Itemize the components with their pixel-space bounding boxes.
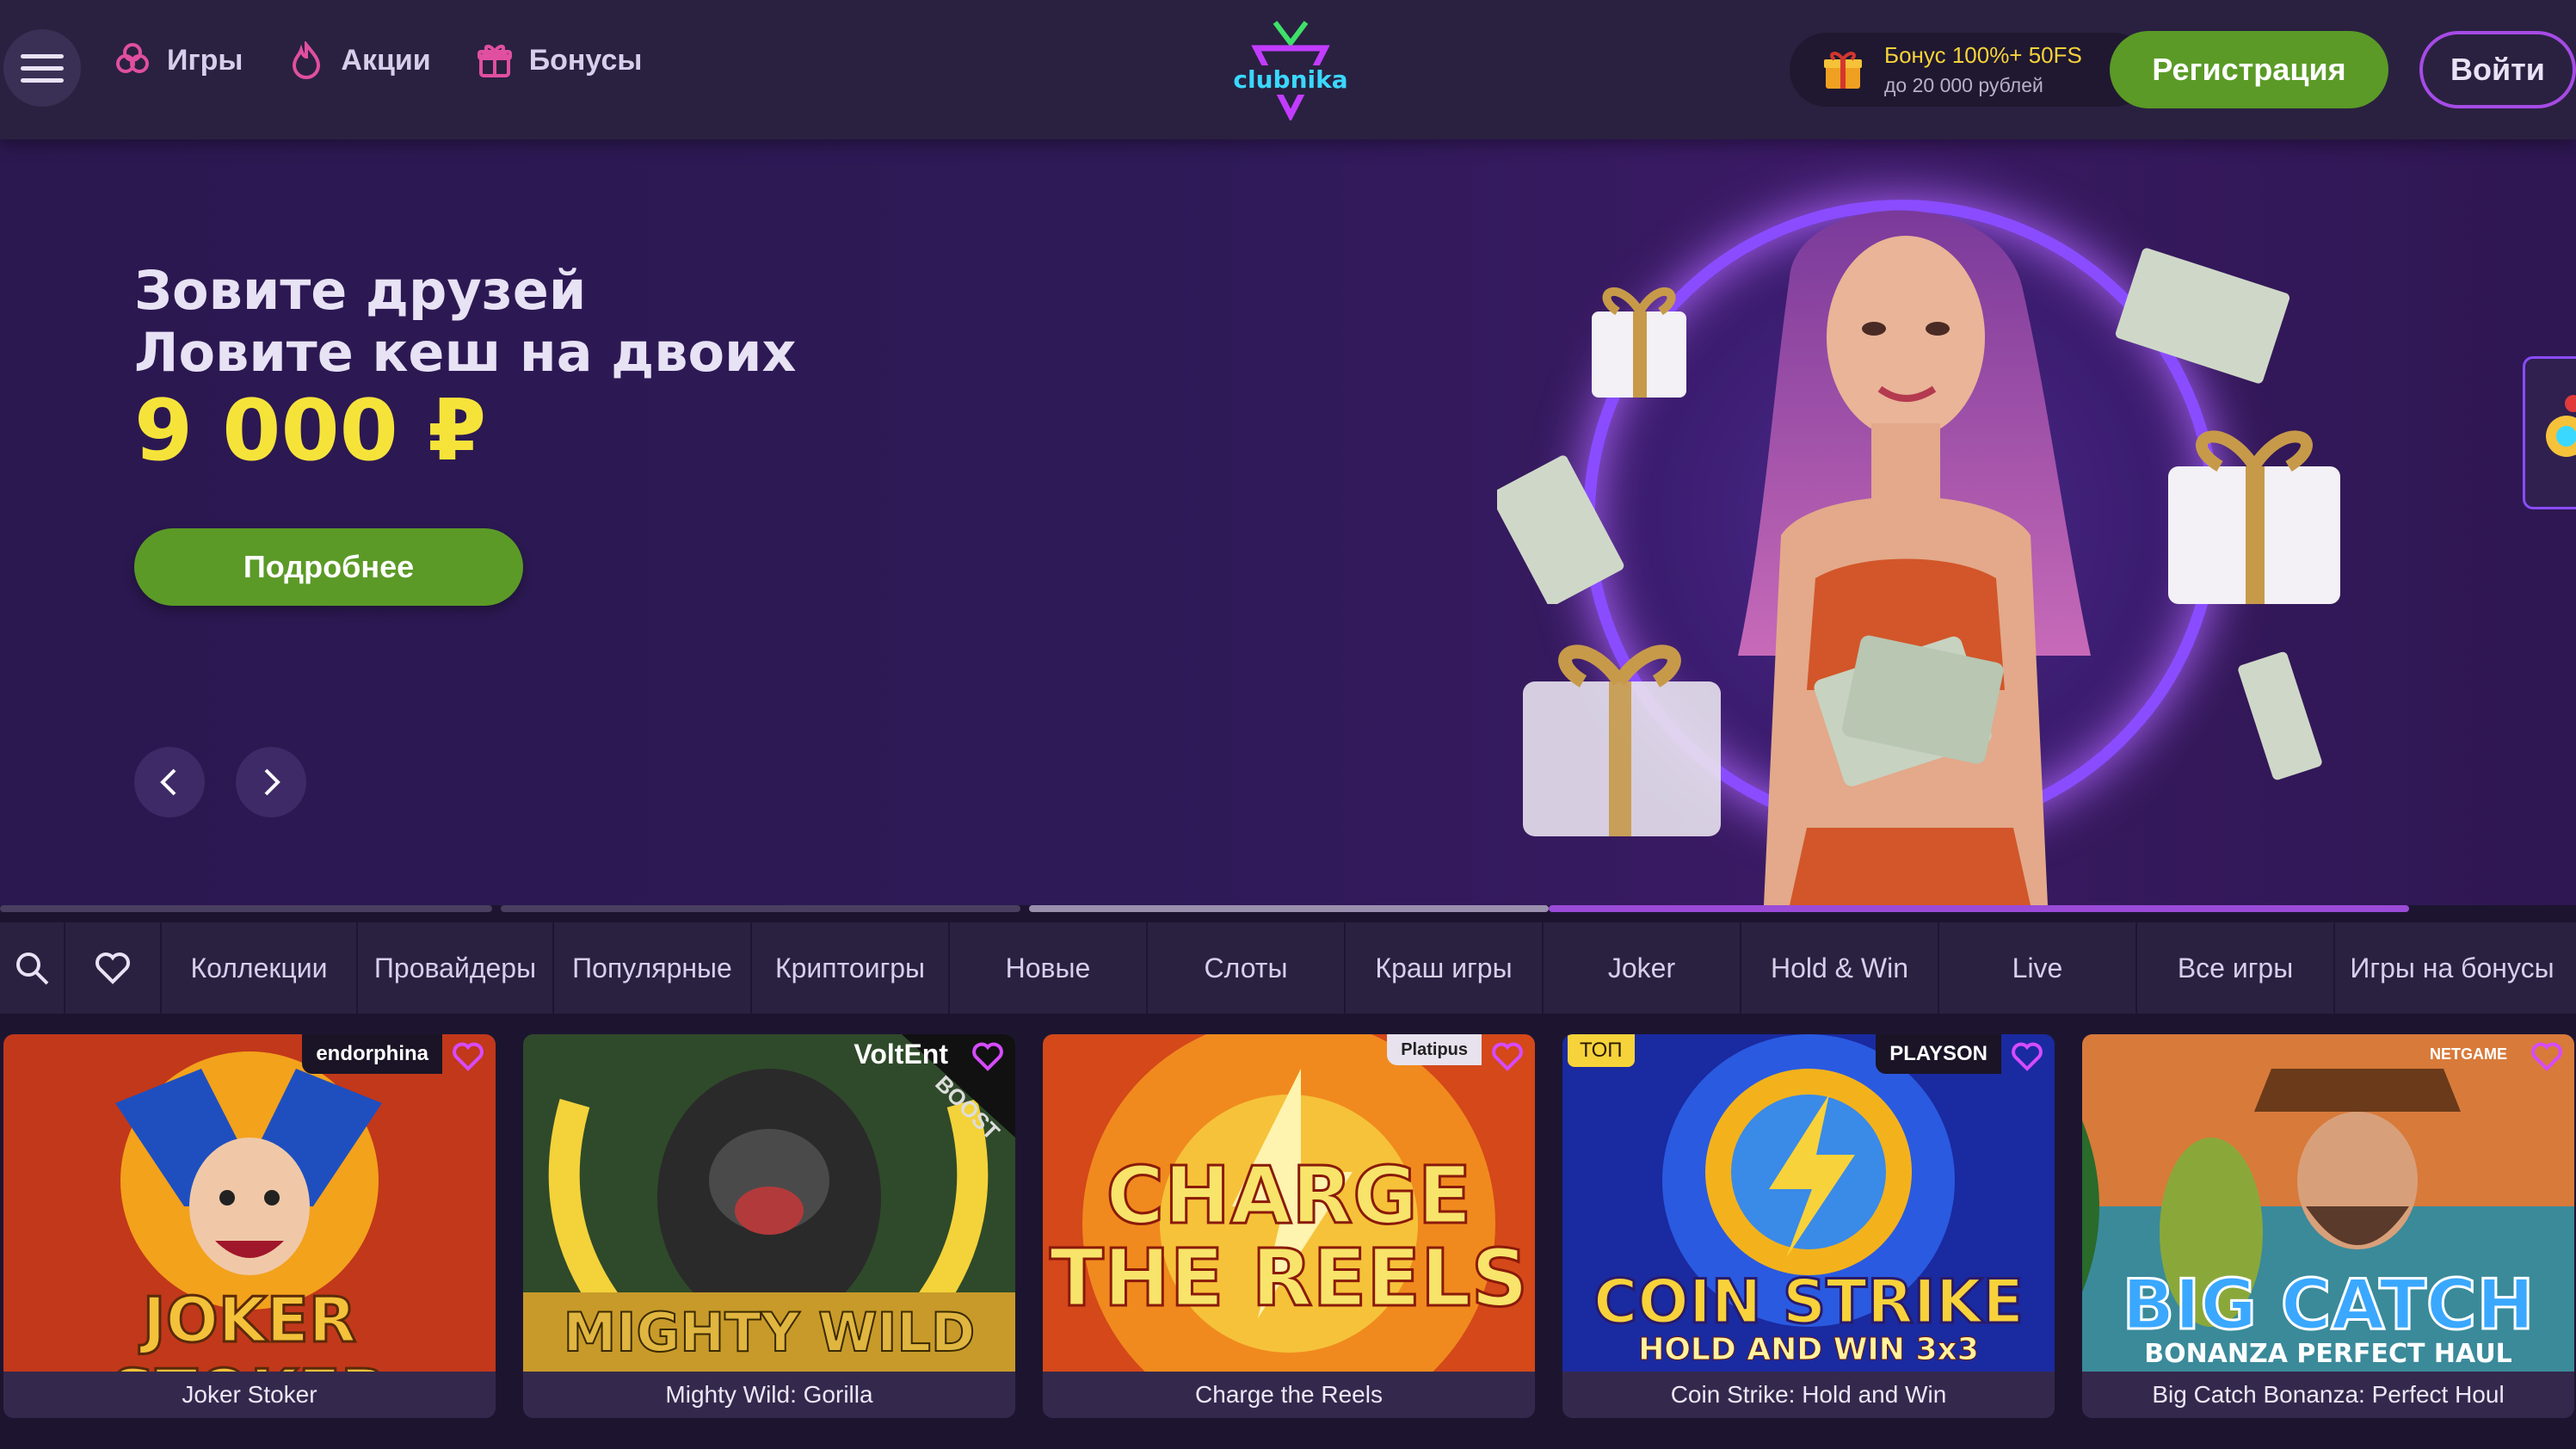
nav-item-label: Игры (167, 43, 243, 77)
slide-progress-bar (0, 905, 2576, 912)
slide-indicator[interactable] (1549, 905, 2409, 912)
main-nav: Игры Акции Бонусы (114, 41, 642, 79)
register-button[interactable]: Регистрация (2110, 31, 2388, 108)
gift-icon (1824, 52, 1862, 89)
banknote-image (1497, 455, 1624, 604)
game-title: Coin Strike: Hold and Win (1562, 1372, 2055, 1418)
chevron-left-icon (160, 768, 176, 796)
game-art-title: CHARGE THE REELS (1048, 1150, 1529, 1324)
provider-badge: endorphina (302, 1034, 442, 1074)
fortune-wheel-icon (2546, 395, 2576, 457)
nav-item-label: Бонусы (528, 43, 643, 77)
login-button[interactable]: Войти (2419, 31, 2576, 108)
game-card[interactable]: CHARGE THE REELS Platipus Charge the Ree… (1043, 1034, 1535, 1418)
game-art-title: BIG CATCH (2121, 1264, 2536, 1347)
strawberry-icon (116, 43, 149, 73)
hero-banner[interactable]: Зовите друзей Ловите кеш на двоих 9 000 … (0, 139, 2576, 905)
search-icon (16, 953, 49, 985)
heart-icon (453, 1042, 484, 1071)
provider-badge: NETGAME (2430, 1045, 2507, 1063)
heart-icon (2012, 1042, 2043, 1071)
category-slots[interactable]: Слоты (1148, 922, 1346, 1014)
game-art-subtitle: HOLD AND WIN 3x3 (1638, 1332, 1980, 1368)
category-crypto[interactable]: Криптоигры (752, 922, 950, 1014)
favorite-toggle[interactable] (1487, 1038, 1528, 1076)
game-card[interactable]: MIGHTY WILD GORILLA BOOST VoltEnt Mighty… (523, 1034, 1015, 1418)
game-art-title: COIN STRIKE (1592, 1266, 2024, 1339)
game-card[interactable]: JOKER STOKER endorphina Joker Stoker (3, 1034, 496, 1418)
gift-box-image (2168, 430, 2340, 604)
slide-indicator-active[interactable] (1029, 905, 1549, 912)
heart-icon (96, 953, 130, 984)
fire-icon (293, 41, 321, 79)
search-button[interactable] (0, 922, 65, 1014)
hero-title: Зовите друзей Ловите кеш на двоих (134, 260, 797, 384)
game-title: Mighty Wild: Gorilla (523, 1372, 1015, 1418)
hero-model-image (1738, 210, 2091, 905)
category-hold-win[interactable]: Hold & Win (1741, 922, 1939, 1014)
game-card[interactable]: BIG CATCH BONANZA PERFECT HAUL NETGAME B… (2082, 1034, 2574, 1418)
hamburger-icon-line (21, 53, 64, 59)
game-card[interactable]: COIN STRIKE HOLD AND WIN 3x3 ТОП PLAYSON… (1562, 1034, 2055, 1418)
heart-icon (2531, 1042, 2562, 1071)
learn-more-button[interactable]: Подробнее (134, 528, 523, 606)
nav-item-bonuses[interactable]: Бонусы (476, 41, 643, 79)
game-art-subtitle: BONANZA PERFECT HAUL (2144, 1339, 2512, 1369)
category-crash[interactable]: Краш игры (1346, 922, 1544, 1014)
category-all-games[interactable]: Все игры (2137, 922, 2335, 1014)
nav-item-label: Акции (341, 43, 431, 77)
game-title: Charge the Reels (1043, 1372, 1535, 1418)
category-popular[interactable]: Популярные (554, 922, 752, 1014)
banknote-image (2115, 248, 2290, 384)
hamburger-icon-line (21, 65, 64, 71)
slide-indicator[interactable] (501, 905, 1020, 912)
gift-icon (477, 45, 512, 77)
svg-text:clubnika: clubnika (1233, 65, 1347, 94)
provider-badge: VoltEnt (854, 1038, 948, 1070)
gift-box-image (1592, 287, 1686, 398)
favorite-toggle[interactable] (2006, 1038, 2048, 1076)
favorite-toggle[interactable] (447, 1038, 489, 1076)
hamburger-icon-line (21, 77, 64, 83)
category-collections[interactable]: Коллекции (162, 922, 358, 1014)
game-title: Big Catch Bonanza: Perfect Houl (2082, 1372, 2574, 1418)
nav-item-promotions[interactable]: Акции (287, 41, 431, 79)
bonus-offer-banner[interactable]: Бонус 100%+ 50FS до 20 000 рублей (1790, 33, 2151, 107)
hamburger-menu-button[interactable] (3, 29, 81, 107)
favorite-toggle[interactable] (2526, 1038, 2567, 1076)
top-header: Игры Акции Бонусы clubnika Бонус 100%+ 5… (0, 0, 2576, 139)
provider-badge: PLAYSON (1876, 1034, 2001, 1074)
hero-title-line: Зовите друзей (134, 259, 587, 322)
prev-slide-button[interactable] (134, 747, 205, 817)
game-title: Joker Stoker (3, 1372, 496, 1418)
banknote-image (2238, 651, 2322, 780)
heart-icon (1492, 1042, 1523, 1071)
category-bonus-games[interactable]: Игры на бонусы (2335, 922, 2569, 1014)
category-bar: Коллекции Провайдеры Популярные Криптоиг… (0, 922, 2576, 1014)
gift-box-image (1523, 644, 1721, 836)
games-grid: JOKER STOKER endorphina Joker Stoker MIG… (0, 1034, 2576, 1418)
next-slide-button[interactable] (236, 747, 306, 817)
slide-indicator[interactable] (0, 905, 492, 912)
favorite-toggle[interactable] (967, 1038, 1008, 1076)
floating-wheel-widget[interactable] (2523, 356, 2576, 509)
heart-icon (972, 1042, 1003, 1071)
category-joker[interactable]: Joker (1544, 922, 1741, 1014)
hero-amount: 9 000 ₽ (134, 382, 487, 480)
category-new[interactable]: Новые (950, 922, 1148, 1014)
chevron-right-icon (264, 768, 280, 796)
favorites-button[interactable] (65, 922, 162, 1014)
provider-badge: Platipus (1387, 1034, 1482, 1065)
bonus-subtitle: до 20 000 рублей (1884, 74, 2043, 96)
bonus-title: Бонус 100%+ 50FS (1884, 42, 2082, 68)
top-badge: ТОП (1568, 1034, 1635, 1067)
site-logo[interactable]: clubnika (1222, 17, 1359, 122)
nav-item-games[interactable]: Игры (114, 41, 243, 79)
hero-title-line: Ловите кеш на двоих (134, 321, 797, 384)
category-providers[interactable]: Провайдеры (358, 922, 554, 1014)
category-live[interactable]: Live (1939, 922, 2137, 1014)
